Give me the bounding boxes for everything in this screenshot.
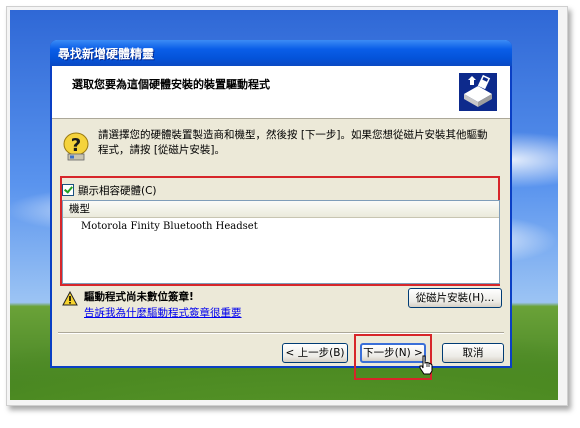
window-title: 尋找新增硬體精靈 bbox=[58, 47, 155, 61]
svg-text:?: ? bbox=[71, 135, 81, 156]
list-item[interactable]: Motorola Finity Bluetooth Headset bbox=[81, 221, 258, 232]
instructions-text: 請選擇您的硬體裝置製造商和機型，然後按 [下一步]。如果您想從磁片安裝其他驅動程… bbox=[98, 129, 488, 156]
title-bar[interactable]: 尋找新增硬體精靈 bbox=[50, 40, 512, 66]
unsigned-driver-warning: 驅動程式尚未數位簽章! bbox=[84, 291, 194, 303]
cancel-button[interactable]: 取消 bbox=[442, 343, 504, 363]
model-column-header[interactable]: 機型 bbox=[63, 201, 499, 218]
hand-cursor-icon bbox=[419, 355, 433, 375]
checkbox-checked-icon[interactable] bbox=[62, 184, 74, 196]
found-new-hardware-wizard-dialog: 尋找新增硬體精靈 選取您要為這個硬體安裝的裝置驅動程式 ? 請選擇您的硬體裝置製… bbox=[50, 40, 512, 380]
driver-signing-link[interactable]: 告訴我為什麼驅動程式簽章很重要 bbox=[84, 305, 242, 320]
compatible-hardware-label: 顯示相容硬體(C) bbox=[78, 184, 157, 197]
model-column-label: 機型 bbox=[69, 203, 90, 215]
hardware-wizard-icon bbox=[459, 73, 497, 111]
have-disk-button[interactable]: 從磁片安裝(H)... bbox=[408, 288, 502, 308]
button-separator bbox=[58, 332, 504, 334]
wizard-header: 選取您要為這個硬體安裝的裝置驅動程式 bbox=[52, 66, 510, 119]
help-question-icon: ? bbox=[63, 132, 89, 161]
warning-icon bbox=[62, 291, 78, 306]
back-button[interactable]: < 上一步(B) bbox=[282, 343, 348, 363]
header-title: 選取您要為這個硬體安裝的裝置驅動程式 bbox=[72, 78, 270, 91]
compatible-hardware-checkbox[interactable]: 顯示相容硬體(C) bbox=[62, 183, 157, 197]
model-list[interactable]: 機型 Motorola Finity Bluetooth Headset bbox=[62, 200, 500, 284]
